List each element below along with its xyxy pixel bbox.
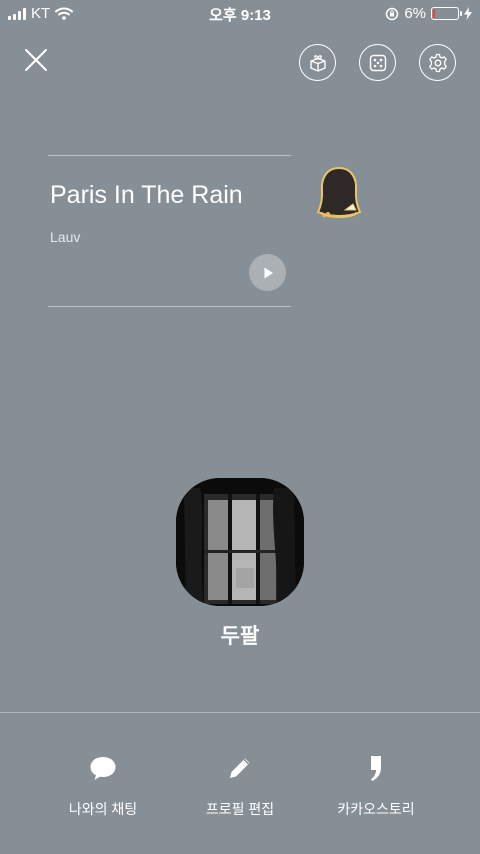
close-icon bbox=[25, 49, 47, 71]
close-button[interactable] bbox=[22, 46, 50, 74]
profile-sticker[interactable] bbox=[313, 166, 365, 222]
pencil-icon bbox=[230, 758, 250, 778]
song-title: Paris In The Rain bbox=[50, 181, 243, 209]
comma-icon bbox=[371, 756, 381, 781]
battery-icon bbox=[431, 7, 462, 20]
rotation-lock-icon bbox=[386, 7, 399, 20]
my-chat-label: 나와의 채팅 bbox=[68, 801, 138, 817]
song-artist: Lauv bbox=[50, 229, 81, 245]
play-button[interactable] bbox=[249, 254, 286, 291]
status-right: 6% bbox=[385, 5, 472, 22]
gift-button[interactable] bbox=[299, 44, 336, 81]
my-chat-button[interactable]: 나와의 채팅 bbox=[33, 751, 173, 819]
profile-name: 두팔 bbox=[220, 625, 260, 648]
settings-button[interactable] bbox=[419, 44, 456, 81]
chat-bubble-icon bbox=[90, 757, 116, 780]
battery-percent: 6% bbox=[404, 5, 426, 22]
profile-music-card[interactable]: Paris In The Rain Lauv bbox=[48, 155, 291, 307]
profile-photo[interactable] bbox=[176, 478, 304, 606]
kakaostory-button[interactable]: 카카오스토리 bbox=[306, 751, 446, 819]
edit-profile-button[interactable]: 프로필 편집 bbox=[170, 751, 310, 819]
window-curtain-photo bbox=[176, 478, 304, 606]
play-icon bbox=[264, 267, 273, 278]
kakaostory-label: 카카오스토리 bbox=[337, 801, 415, 817]
dice-icon bbox=[369, 54, 386, 71]
girl-silhouette-sticker-icon bbox=[316, 166, 362, 218]
gift-box-icon bbox=[309, 54, 326, 72]
status-bar: KT 오후 9:13 6% bbox=[0, 0, 480, 28]
dice-button[interactable] bbox=[359, 44, 396, 81]
charging-bolt-icon bbox=[464, 7, 472, 20]
edit-profile-label: 프로필 편집 bbox=[205, 801, 275, 817]
gear-icon bbox=[428, 53, 447, 72]
top-actions bbox=[299, 44, 456, 81]
bottom-menu: 나와의 채팅 프로필 편집 카카오스토리 bbox=[0, 713, 480, 854]
